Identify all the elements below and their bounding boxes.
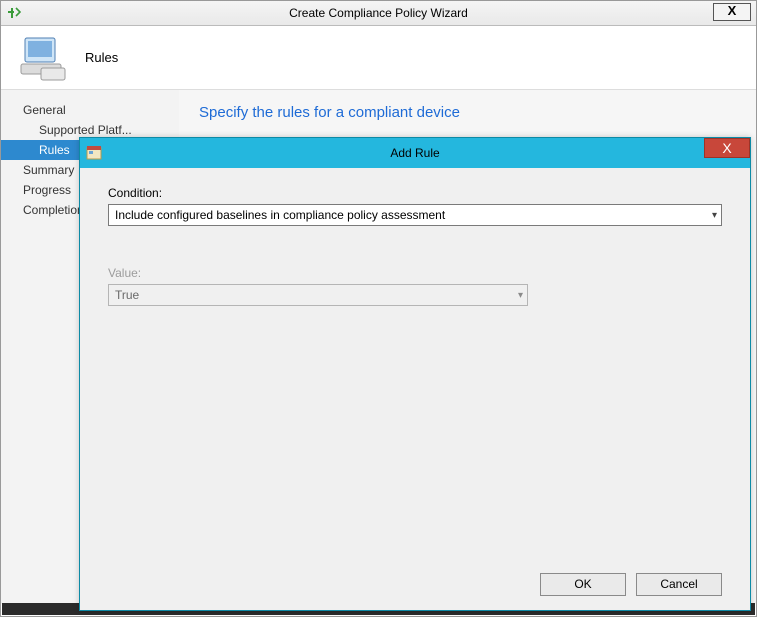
wizard-titlebar: Create Compliance Policy Wizard X — [1, 1, 756, 26]
dialog-sys-icon — [86, 145, 102, 161]
computer-icon — [19, 34, 67, 82]
wizard-header-title: Rules — [85, 50, 118, 65]
wizard-close-button[interactable]: X — [713, 3, 751, 21]
value-dropdown: True ▾ — [108, 284, 528, 306]
condition-value: Include configured baselines in complian… — [115, 208, 445, 222]
close-icon: X — [728, 3, 737, 18]
sidebar-item-general[interactable]: General — [1, 100, 179, 120]
add-rule-body: Condition: Include configured baselines … — [92, 168, 738, 610]
wizard-sys-icon — [7, 6, 21, 20]
add-rule-dialog: Add Rule X Condition: Include configured… — [79, 137, 751, 611]
condition-dropdown[interactable]: Include configured baselines in complian… — [108, 204, 722, 226]
chevron-down-icon: ▾ — [518, 290, 523, 301]
main-heading: Specify the rules for a compliant device — [199, 104, 736, 121]
add-rule-titlebar: Add Rule X — [80, 138, 750, 168]
condition-label: Condition: — [108, 186, 722, 200]
dialog-buttons: OK Cancel — [540, 573, 722, 596]
chevron-down-icon: ▾ — [712, 210, 717, 221]
value-value: True — [115, 288, 139, 302]
add-rule-title: Add Rule — [390, 146, 439, 160]
value-label: Value: — [108, 266, 722, 280]
wizard-header: Rules — [1, 26, 756, 90]
close-icon: X — [722, 140, 731, 156]
add-rule-close-button[interactable]: X — [704, 138, 750, 158]
wizard-window: Create Compliance Policy Wizard X Rules … — [0, 0, 757, 617]
cancel-button[interactable]: Cancel — [636, 573, 722, 596]
ok-button[interactable]: OK — [540, 573, 626, 596]
wizard-title: Create Compliance Policy Wizard — [289, 6, 468, 20]
